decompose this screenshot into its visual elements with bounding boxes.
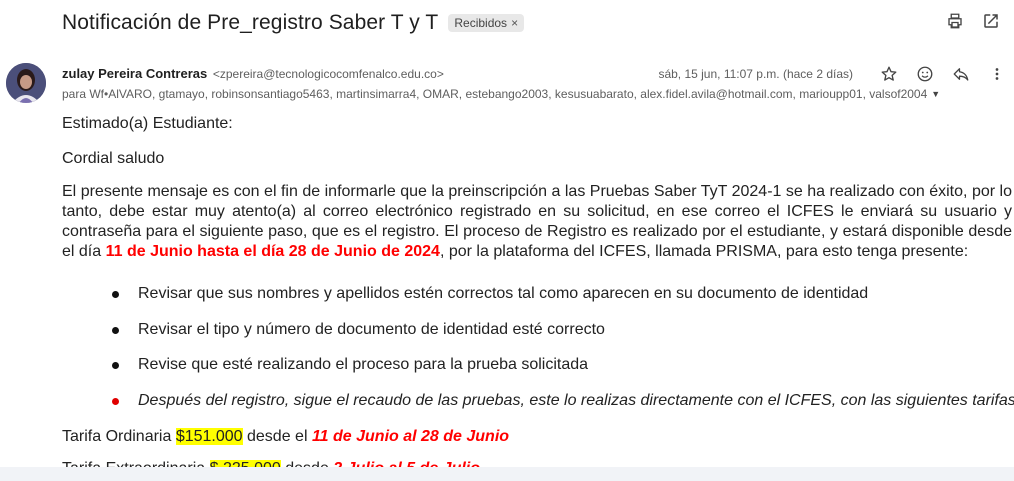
label-chip-text: Recibidos <box>454 16 508 30</box>
sender-line: zulay Pereira Contreras <zpereira@tecnol… <box>62 66 444 81</box>
checklist: Revisar que sus nombres y apellidos esté… <box>110 284 1014 426</box>
recipients-text: para Wf•AlVARO, gtamayo, robinsonsantiag… <box>62 87 928 101</box>
emoji-icon[interactable] <box>914 63 936 85</box>
bottom-bar <box>0 467 1014 481</box>
thread-actions <box>944 10 1002 32</box>
list-item: Revisar que sus nombres y apellidos esté… <box>110 284 1014 304</box>
message-actions <box>878 63 1008 85</box>
main-paragraph: El presente mensaje es con el fin de inf… <box>62 182 1012 262</box>
tarifa-mid: desde el <box>242 428 312 445</box>
greeting: Estimado(a) Estudiante: <box>62 115 233 132</box>
bullet-icon <box>112 326 119 334</box>
open-in-new-icon[interactable] <box>980 10 1002 32</box>
tarifa-price: $151.000 <box>175 428 243 445</box>
bullet-icon <box>112 362 119 369</box>
avatar[interactable] <box>6 63 46 103</box>
bullet-icon <box>112 397 119 405</box>
sender-email: <zpereira@tecnologicocomfenalco.edu.co> <box>212 67 444 81</box>
tarifa-label: Tarifa Ordinaria <box>62 428 176 445</box>
list-item-text: Revisar que sus nombres y apellidos esté… <box>138 285 869 302</box>
recipients-line: para Wf•AlVARO, gtamayo, robinsonsantiag… <box>62 87 947 101</box>
email-subject: Notificación de Pre_registro Saber T y T <box>62 11 439 34</box>
list-item: Después del registro, sigue el recaudo d… <box>110 391 1014 411</box>
main-text-2: , por la plataforma del ICFES, llamada P… <box>439 243 969 260</box>
list-item-text: Revisar el tipo y número de documento de… <box>138 320 605 338</box>
bullet-icon <box>112 291 119 298</box>
chevron-down-icon[interactable]: ▼ <box>931 89 940 99</box>
list-item-text: Después del registro, sigue el recaudo d… <box>138 391 1014 409</box>
registration-dates: 11 de Junio hasta el día 28 de Junio de … <box>105 243 440 260</box>
salutation: Cordial saludo <box>62 150 165 167</box>
tarifa-ordinaria: Tarifa Ordinaria $151.000 desde el 11 de… <box>62 427 509 447</box>
print-icon[interactable] <box>944 10 966 32</box>
tarifa-dates: 11 de Junio al 28 de Junio <box>311 428 510 445</box>
list-item: Revise que esté realizando el proceso pa… <box>110 355 1014 375</box>
email-date: sáb, 15 jun, 11:07 p.m. (hace 2 días) <box>658 67 853 81</box>
remove-label-icon[interactable]: × <box>511 16 518 30</box>
list-item: Revisar el tipo y número de documento de… <box>110 320 1014 340</box>
star-icon[interactable] <box>878 63 900 85</box>
label-chip-inbox[interactable]: Recibidos × <box>448 14 525 32</box>
list-item-text: Revise que esté realizando el proceso pa… <box>138 356 589 373</box>
sender-name[interactable]: zulay Pereira Contreras <box>62 66 207 81</box>
reply-icon[interactable] <box>950 63 972 85</box>
subject-header: Notificación de Pre_registro Saber T y T… <box>62 8 1014 38</box>
more-vert-icon[interactable] <box>986 63 1008 85</box>
